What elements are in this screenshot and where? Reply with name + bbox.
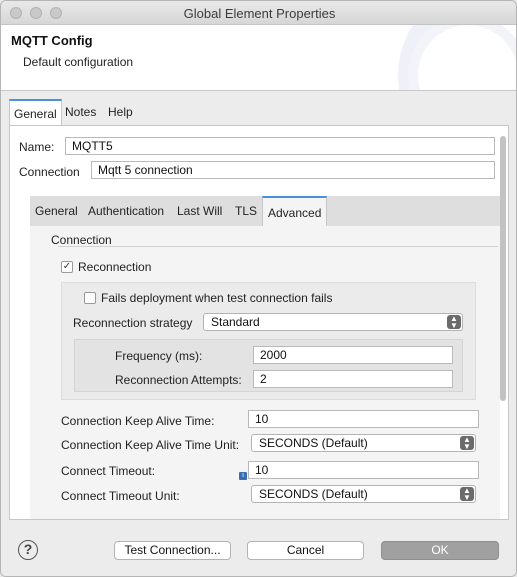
- header-decoration-inner: [408, 25, 516, 90]
- general-tab-content: Name: MQTT5 Connection Mqtt 5 connection…: [9, 125, 509, 520]
- config-title: MQTT Config: [11, 33, 93, 48]
- fails-deployment-checkbox[interactable]: [84, 292, 96, 304]
- dialog-footer: ? Test Connection... Cancel OK: [1, 521, 516, 576]
- reconnection-label: Reconnection: [78, 260, 152, 274]
- reconnection-attempts-label: Reconnection Attempts:: [115, 373, 242, 387]
- inner-tab-last-will[interactable]: Last Will: [177, 204, 222, 218]
- standard-strategy-group: Frequency (ms): 2000 Reconnection Attemp…: [74, 339, 463, 392]
- ok-button[interactable]: OK: [381, 541, 499, 560]
- frequency-label: Frequency (ms):: [115, 349, 203, 363]
- reconnection-strategy-select[interactable]: Standard ▲ ▼: [203, 313, 463, 331]
- connect-timeout-unit-select[interactable]: SECONDS (Default) ▲ ▼: [251, 485, 476, 503]
- connect-timeout-label: Connect Timeout:: [61, 464, 156, 478]
- keep-alive-unit-select[interactable]: SECONDS (Default) ▲ ▼: [251, 434, 476, 452]
- connection-section-title: Connection: [51, 233, 112, 247]
- connect-timeout-field[interactable]: 10: [248, 461, 479, 479]
- connect-timeout-unit-value: SECONDS (Default): [259, 487, 368, 501]
- vertical-scrollbar[interactable]: [500, 136, 506, 401]
- connection-label: Connection: [19, 165, 80, 179]
- test-connection-button[interactable]: Test Connection...: [114, 541, 231, 560]
- keep-alive-time-field[interactable]: 10: [248, 410, 479, 428]
- inner-tab-authentication[interactable]: Authentication: [88, 204, 164, 218]
- chevron-updown-icon: ▲ ▼: [447, 315, 461, 330]
- window-title: Global Element Properties: [183, 6, 336, 21]
- fails-deployment-label: Fails deployment when test connection fa…: [101, 291, 333, 305]
- keep-alive-unit-value: SECONDS (Default): [259, 436, 368, 450]
- title-bar: Global Element Properties: [1, 1, 516, 25]
- tab-help[interactable]: Help: [104, 99, 137, 125]
- dialog-header: MQTT Config Default configuration: [1, 25, 516, 91]
- section-divider: [58, 246, 498, 247]
- inner-tab-advanced[interactable]: Advanced: [262, 196, 328, 227]
- connection-type-field[interactable]: Mqtt 5 connection: [91, 161, 495, 179]
- inner-tab-tls[interactable]: TLS: [235, 204, 257, 218]
- help-button[interactable]: ?: [18, 540, 38, 560]
- frequency-field[interactable]: 2000: [253, 346, 453, 364]
- reconnection-attempts-field[interactable]: 2: [253, 370, 453, 388]
- reconnection-strategy-value: Standard: [211, 315, 260, 329]
- config-subtitle: Default configuration: [23, 55, 134, 69]
- reconnection-group: Fails deployment when test connection fa…: [61, 282, 476, 400]
- name-label: Name:: [19, 140, 55, 154]
- reconnection-checkbox[interactable]: ✓: [61, 261, 73, 273]
- reconnection-strategy-label: Reconnection strategy: [73, 316, 193, 330]
- inner-tab-general[interactable]: General: [35, 204, 78, 218]
- keep-alive-time-label: Connection Keep Alive Time:: [61, 414, 215, 428]
- chevron-updown-icon: ▲ ▼: [460, 487, 474, 502]
- connect-timeout-unit-label: Connect Timeout Unit:: [61, 489, 180, 503]
- cancel-button[interactable]: Cancel: [247, 541, 364, 560]
- info-icon: i: [239, 472, 247, 480]
- global-element-properties-window: Global Element Properties MQTT Config De…: [0, 0, 517, 577]
- advanced-tab-panel: Connection ✓ Reconnection Fails deployme…: [30, 226, 500, 519]
- name-field[interactable]: MQTT5: [65, 137, 495, 155]
- connection-tab-bar: General Authentication Last Will TLS Adv…: [30, 196, 500, 227]
- tab-general[interactable]: General: [9, 99, 62, 125]
- keep-alive-unit-label: Connection Keep Alive Time Unit:: [61, 438, 240, 452]
- tab-notes[interactable]: Notes: [61, 99, 100, 125]
- chevron-updown-icon: ▲ ▼: [460, 436, 474, 451]
